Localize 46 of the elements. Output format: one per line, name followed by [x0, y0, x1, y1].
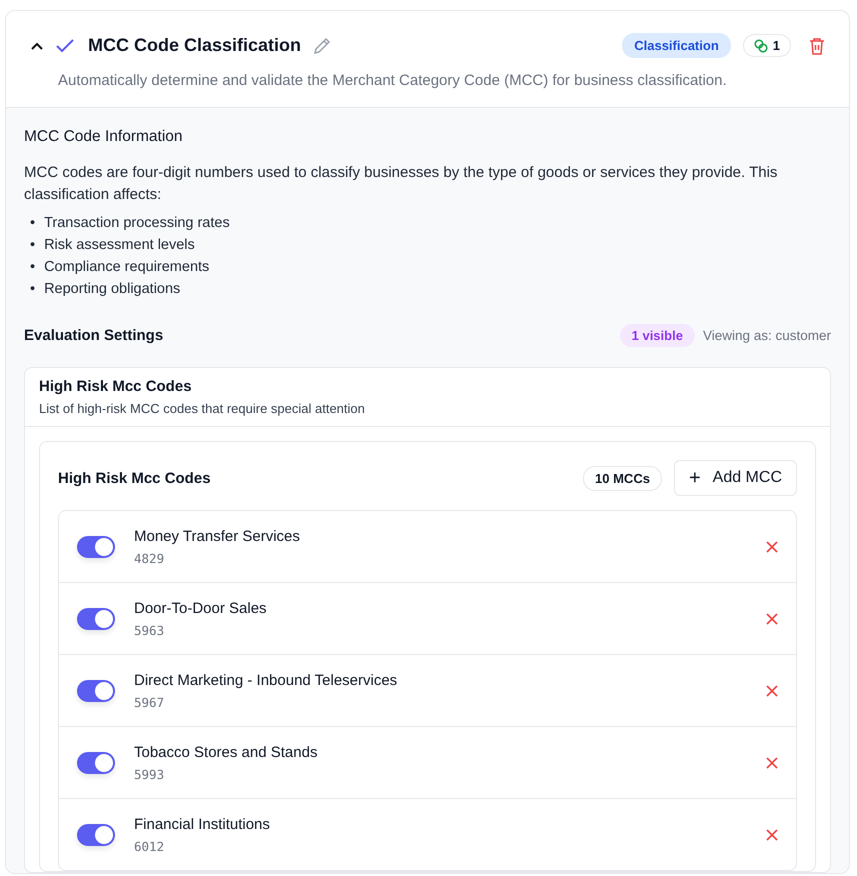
visible-badge: 1 visible — [620, 324, 695, 347]
count-badge: 1 — [742, 34, 791, 57]
bullet-marker: • — [30, 236, 36, 255]
bullet-item: Transaction processing rates — [44, 214, 230, 233]
mcc-code: 5963 — [134, 622, 166, 638]
trash-icon[interactable] — [809, 36, 825, 54]
close-icon[interactable] — [766, 828, 778, 840]
mcc-name: Direct Marketing - Inbound Teleservices — [134, 672, 398, 688]
close-icon[interactable] — [766, 684, 778, 696]
chevron-icon[interactable] — [30, 40, 44, 50]
section-title: MCC Code Information — [24, 128, 184, 146]
step-description: Automatically determine and validate the Merchant Category Code (MCC) for business classification. — [58, 72, 728, 89]
mcc-code: 5967 — [134, 694, 166, 710]
add-mcc-button[interactable]: + Add MCC — [674, 460, 797, 496]
step-title: MCC Code Classification — [88, 35, 302, 56]
close-icon[interactable] — [766, 612, 778, 624]
close-icon[interactable] — [766, 756, 778, 768]
setting-description: List of high-risk MCC codes that require special attention — [39, 401, 366, 416]
bullet-marker: • — [30, 214, 36, 233]
mcc-code: 5993 — [134, 766, 166, 782]
count-badge: 10 MCCs — [583, 466, 662, 490]
close-icon[interactable] — [766, 540, 778, 552]
list-title: High Risk Mcc Codes — [58, 470, 212, 486]
info-text: MCC codes are four-digit numbers used to classify businesses by the type of goods or services they provide. This classification affects: — [24, 163, 778, 205]
section-title: Evaluation Settings — [24, 327, 164, 344]
category-tag: Classification — [622, 33, 731, 58]
viewing-as-label: Viewing as: customer — [702, 328, 831, 343]
bullet-item: Reporting obligations — [44, 280, 180, 299]
toggle-switch[interactable] — [77, 752, 115, 774]
coins-icon — [754, 38, 768, 52]
bullet-marker: • — [30, 280, 36, 299]
toggle-switch[interactable] — [77, 824, 115, 846]
mcc-name: Financial Institutions — [134, 816, 271, 832]
mcc-name: Money Transfer Services — [134, 528, 301, 544]
toggle-switch[interactable] — [77, 608, 115, 630]
mcc-name: Door-To-Door Sales — [134, 600, 268, 616]
bullet-item: Risk assessment levels — [44, 236, 195, 255]
pencil-icon[interactable] — [313, 36, 332, 54]
toggle-switch[interactable] — [77, 680, 115, 702]
bullet-item: Compliance requirements — [44, 258, 210, 277]
setting-title: High Risk Mcc Codes — [39, 378, 193, 395]
bullet-marker: • — [30, 258, 36, 277]
mcc-name: Tobacco Stores and Stands — [134, 744, 318, 760]
mcc-code: 4829 — [134, 550, 166, 566]
toggle-switch[interactable] — [77, 536, 115, 558]
mcc-code: 6012 — [134, 838, 166, 854]
